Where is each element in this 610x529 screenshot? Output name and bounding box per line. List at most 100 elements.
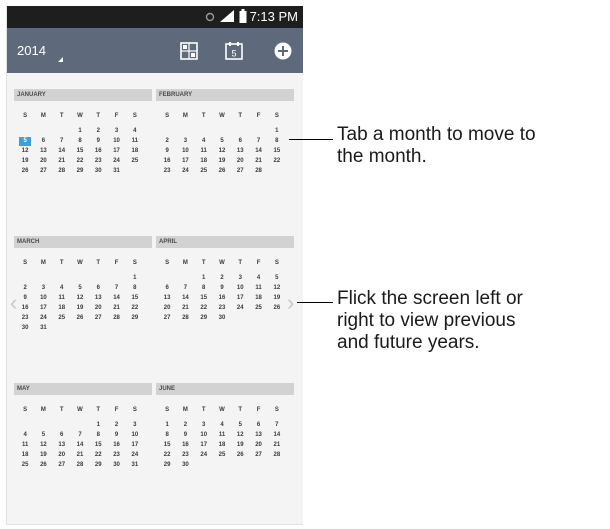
day-cell: 12 (76, 295, 84, 301)
day-cell (126, 323, 144, 333)
day-cell: 3 (114, 128, 119, 134)
day-cell: 3 (41, 285, 46, 291)
month-header: FEBRUARY (156, 89, 294, 101)
week-row: 25 26 27 28 29 30 31 (16, 460, 144, 470)
day-cell: 22 (163, 452, 171, 458)
day-cell: 3 (183, 138, 188, 144)
day-cell: 31 (131, 462, 139, 468)
month-grid: S M T W T F S 1 2 3 4 5 6 7 8 9 10 11 12 13 14 15 16 17 18 19 20 21… (16, 110, 144, 176)
weekday-header: T (96, 407, 101, 413)
weekday-header: T (96, 113, 101, 119)
day-cell (16, 420, 34, 430)
day-cell (249, 313, 267, 323)
day-cell: 4 (23, 432, 27, 438)
day-cell: 7 (114, 285, 119, 291)
weekday-header: W (219, 113, 225, 119)
day-cell: 18 (218, 442, 226, 448)
month-grid: S M T W T F S 1 2 3 4 5 6 7 8 9 10 11 12 13 14 15 16 17 18 19 20 21… (158, 257, 286, 323)
annotation-tap-month: Tab a month to move to the month. (337, 124, 536, 167)
weekday-header: F (256, 407, 261, 413)
today-icon[interactable]: 5 (224, 41, 244, 61)
day-cell: 5 (275, 275, 279, 281)
day-cell (107, 323, 125, 333)
day-cell: 5 (220, 138, 224, 144)
day-cell: 9 (96, 138, 100, 144)
month-may[interactable]: MAY S M T W T F S 1 2 3 4 5 6 7 8 9 10 11 12 13 14 15 16 17 18 19 2… (14, 383, 152, 470)
week-row: 9 10 11 12 13 14 15 (158, 146, 286, 156)
month-march[interactable]: MARCH S M T W T F S 1 2 3 4 5 6 7 8 9 10 11 12 13 14 15 16 17 18 1… (14, 236, 152, 333)
day-cell (53, 273, 71, 283)
day-cell: 22 (94, 452, 102, 458)
day-cell: 5 (41, 432, 46, 438)
weekday-header: F (114, 407, 119, 413)
day-cell: 24 (131, 452, 139, 458)
day-cell: 30 (218, 315, 226, 321)
weekday-header: T (201, 113, 206, 119)
day-cell (71, 273, 89, 283)
day-cell: 29 (200, 315, 208, 321)
day-cell: 11 (58, 295, 65, 301)
weekday-header: S (23, 260, 28, 266)
day-cell: 1 (96, 422, 100, 428)
annotation-line-top (289, 139, 333, 140)
day-cell: 29 (76, 168, 84, 174)
day-cell (34, 420, 52, 430)
day-cell: 10 (182, 148, 189, 154)
day-cell: 20 (163, 305, 171, 311)
weekday-header: S (23, 113, 28, 119)
day-cell (213, 126, 231, 136)
week-row: 1 (16, 273, 144, 283)
day-cell (231, 313, 249, 323)
day-cell: 22 (200, 305, 208, 311)
day-cell: 3 (133, 422, 137, 428)
day-cell: 24 (113, 158, 120, 164)
day-cell: 26 (236, 452, 244, 458)
year-selector-button[interactable]: 2014 (13, 38, 65, 64)
week-row: 20 21 22 23 24 25 26 (158, 303, 286, 313)
weekday-header: S (132, 407, 137, 413)
add-event-icon[interactable] (273, 41, 293, 61)
weekday-header: S (274, 407, 279, 413)
day-cell: 15 (273, 148, 281, 154)
weekday-header: M (182, 113, 188, 119)
month-june[interactable]: JUNE S M T W T F S 1 2 3 4 5 6 7 8 9 10 11 12 13 14 15 16 17 18 19… (156, 383, 294, 470)
day-cell: 19 (218, 158, 226, 164)
day-cell: 19 (76, 305, 84, 311)
day-cell: 2 (23, 285, 27, 291)
day-cell (158, 273, 176, 283)
weekday-header: T (59, 113, 64, 119)
week-row: 26 27 28 29 30 31 (16, 166, 144, 176)
month-grid: S M T W T F S 1 2 3 4 5 6 7 8 9 10 11 12 13 14 15 16 17 18 19 20 21… (158, 110, 286, 176)
weekday-header: S (274, 113, 279, 119)
day-cell: 8 (165, 432, 169, 438)
day-cell: 2 (96, 128, 100, 134)
day-cell: 21 (58, 158, 66, 164)
day-cell: 27 (255, 452, 262, 458)
month-header: MAY (14, 383, 152, 395)
day-cell (176, 273, 194, 283)
day-cell: 18 (58, 305, 66, 311)
day-cell: 15 (131, 295, 139, 301)
day-cell (34, 126, 52, 136)
day-cell: 13 (40, 148, 47, 154)
week-row: 18 19 20 21 22 23 24 (16, 450, 144, 460)
notification-icon (205, 12, 215, 22)
month-view-icon[interactable] (179, 41, 199, 61)
day-cell: 10 (40, 295, 47, 301)
weekday-header: T (238, 260, 243, 266)
month-april[interactable]: APRIL S M T W T F S 1 2 3 4 5 6 7 8 9 10 11 12 13 14 15 16 17 18 1… (156, 236, 294, 323)
day-cell (195, 460, 213, 470)
day-cell: 31 (113, 168, 120, 174)
day-cell: 22 (131, 305, 139, 311)
month-february[interactable]: FEBRUARY S M T W T F S 1 2 3 4 5 6 7 8 9 10 11 12 13 14 15 16 17… (156, 89, 294, 176)
day-cell (16, 126, 34, 136)
day-cell: 9 (220, 285, 224, 291)
weekday-header: W (77, 407, 83, 413)
weekday-header: W (77, 260, 83, 266)
day-cell: 19 (236, 442, 244, 448)
day-cell: 4 (256, 275, 261, 281)
day-cell: 17 (182, 158, 189, 164)
day-cell: 6 (96, 285, 100, 291)
month-january[interactable]: JANUARY S M T W T F S 1 2 3 4 5 6 7 8 9 10 11 12 13 14 15 16 17 1… (14, 89, 152, 176)
day-cell: 27 (94, 315, 102, 321)
